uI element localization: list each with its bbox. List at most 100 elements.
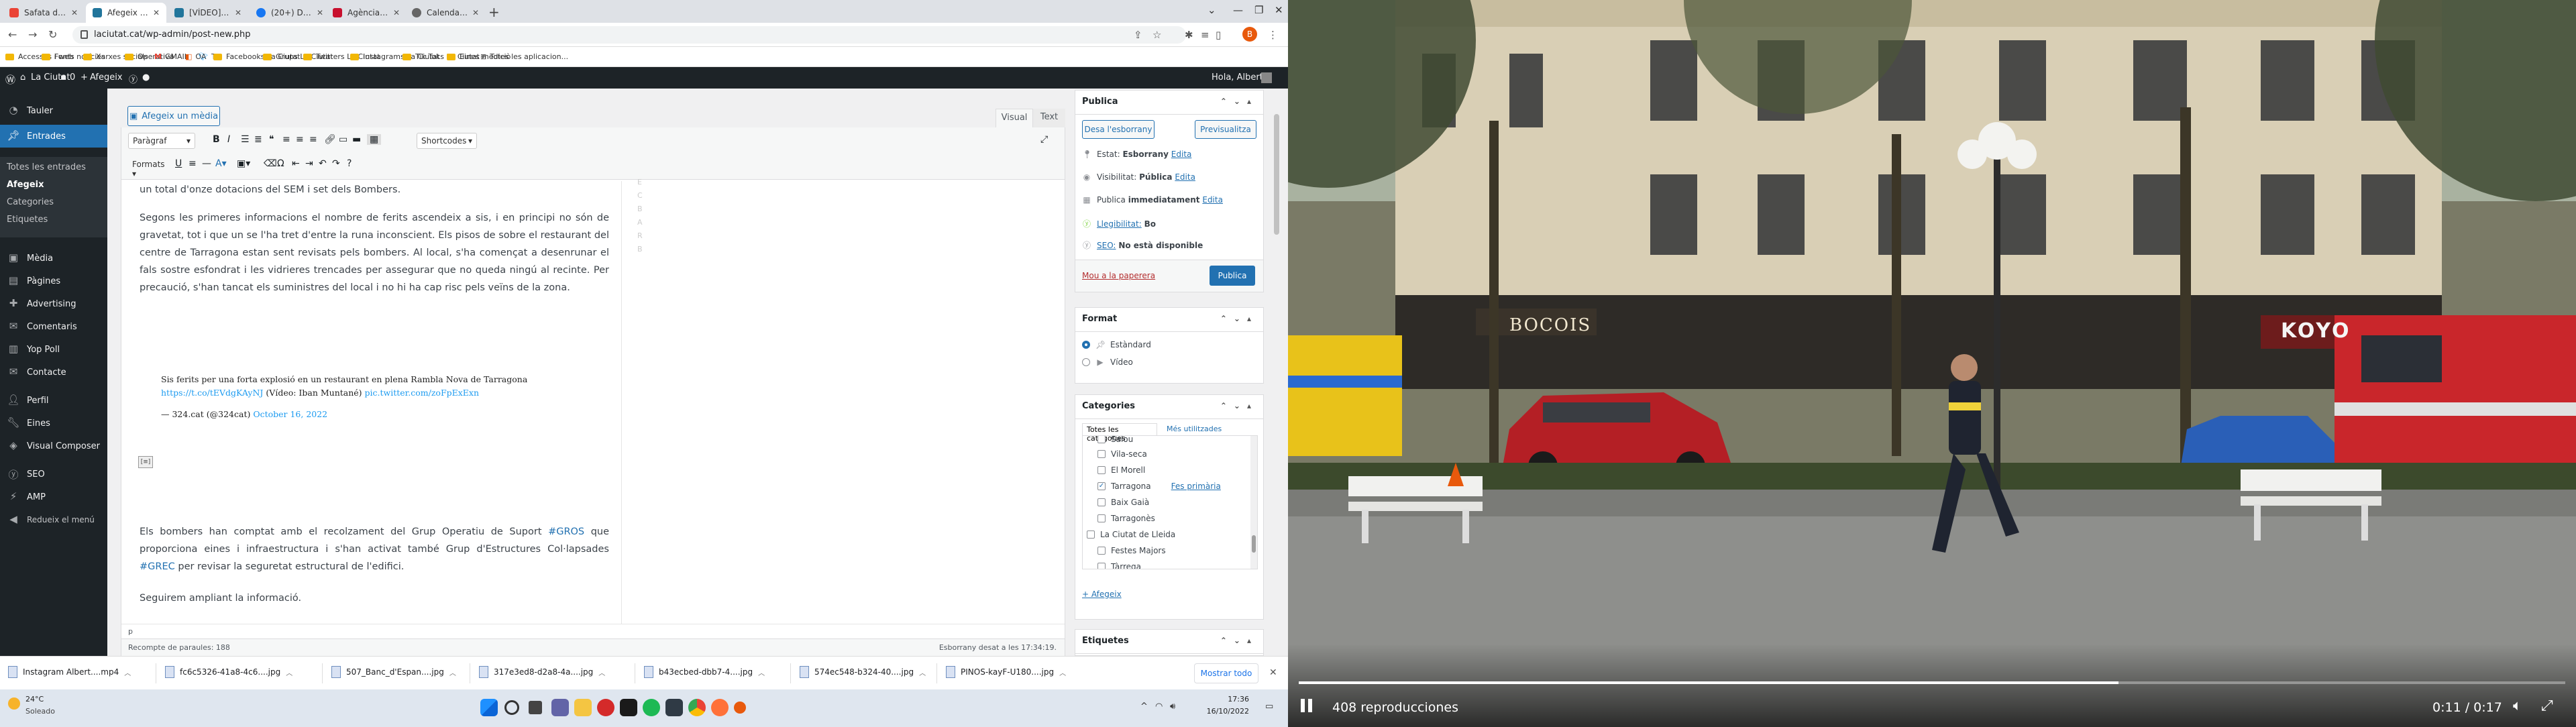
checkbox[interactable]	[1097, 450, 1106, 458]
sidebar-item-amp[interactable]: ⚡︎ AMP	[0, 486, 107, 508]
format-option-standard[interactable]: 📌︎ Estàndard	[1082, 340, 1151, 349]
close-icon[interactable]: ✕	[1269, 667, 1277, 678]
tab-most-used[interactable]: Més utilitzades	[1167, 425, 1222, 433]
weather-temp[interactable]: 24°C	[25, 695, 44, 704]
formats-menu[interactable]: Formats ▾	[128, 157, 167, 178]
fullscreen-icon[interactable]: ⤢	[2541, 697, 2553, 714]
sidebar-item-comments[interactable]: ✉ Comentaris	[0, 315, 107, 338]
category-item[interactable]: Vila-seca	[1097, 449, 1147, 459]
toolbar-toggle-button[interactable]: ▦	[367, 134, 382, 145]
category-item[interactable]: Baix Gaià	[1097, 498, 1149, 507]
save-draft-button[interactable]: Desa l'esborrany	[1082, 120, 1155, 139]
embed-placeholder-icon[interactable]: [≡]	[138, 456, 153, 468]
special-char-button[interactable]: Ω	[277, 158, 284, 169]
checkbox[interactable]	[1097, 514, 1106, 522]
tweet-link[interactable]: https://t.co/tEVdgKAyNJ	[161, 388, 263, 398]
close-icon[interactable]: ✕	[393, 8, 400, 17]
panel-header[interactable]: Publica ⌃⌄▴	[1075, 91, 1263, 115]
close-icon[interactable]: ✕	[71, 8, 78, 17]
video-progress-track[interactable]	[1299, 681, 2565, 684]
category-item[interactable]: Festes Majors	[1097, 546, 1166, 555]
sidebar-item-seo[interactable]: ⓨ SEO	[0, 463, 107, 486]
bookmark-item[interactable]: M GMAIL	[154, 52, 189, 61]
sidebar-item-composer[interactable]: ◈ Visual Composer	[0, 435, 107, 457]
clear-format-button[interactable]: ⌫	[264, 158, 277, 169]
edit-visibility-link[interactable]: Edita	[1175, 172, 1195, 182]
format-option-video[interactable]: ▶ Vídeo	[1082, 357, 1133, 367]
outdent-button[interactable]: ⇤	[292, 158, 300, 169]
checkbox[interactable]	[1097, 436, 1106, 443]
category-item[interactable]: La Ciutat de Lleida	[1087, 530, 1175, 539]
comment-icon[interactable]: ▪	[60, 72, 66, 82]
sidebar-item-tauler[interactable]: ◔ Tauler	[0, 99, 107, 122]
sidepanel-icon[interactable]: ▯	[1216, 29, 1221, 41]
scrollbar[interactable]	[1250, 436, 1257, 569]
sidebar-item-pages[interactable]: ▤ Pàgines	[0, 270, 107, 292]
chrome-icon[interactable]	[688, 699, 706, 716]
checkbox[interactable]	[1097, 466, 1106, 474]
underline-button[interactable]: U	[175, 158, 182, 169]
forward-icon[interactable]: →	[28, 28, 37, 41]
sun-icon[interactable]	[8, 697, 20, 710]
redo-button[interactable]: ↷	[332, 158, 340, 169]
bold-button[interactable]: B	[213, 134, 220, 145]
italic-button[interactable]: I	[227, 134, 230, 145]
tab-text[interactable]: Text	[1033, 109, 1065, 127]
download-item[interactable]: fc6c5326-41a8-4c6....jpg ︿	[165, 666, 292, 678]
panel-arrows-icon[interactable]: ⌃⌄▴	[1220, 401, 1258, 410]
volume-icon[interactable]: 🔊︎	[1170, 702, 1175, 712]
panel-header[interactable]: Format ⌃⌄▴	[1075, 308, 1263, 332]
hr-button[interactable]: —	[202, 158, 211, 169]
close-icon[interactable]: ✕	[153, 8, 160, 17]
close-icon[interactable]: ✕	[317, 8, 323, 17]
maximize-icon[interactable]: ❐	[1254, 4, 1263, 16]
browser-tab-4[interactable]: (20+) Diari La Ciutat de Girona | Facebo…	[250, 3, 330, 23]
page-scrollbar[interactable]	[1272, 101, 1281, 651]
browser-tab-6[interactable]: Calendario ✕	[405, 3, 486, 23]
new-content-link[interactable]: Afegeix	[90, 72, 123, 82]
browser-tab-1[interactable]: Safata d'entrada (7) - laciutat.cat ✕	[3, 3, 85, 23]
yoast-icon[interactable]: ⓨ	[129, 72, 138, 85]
fullwidth-button[interactable]: ▬	[352, 134, 361, 145]
download-item[interactable]: PINOS-kayF-U180....jpg ︿	[946, 666, 1066, 678]
checkbox[interactable]	[1097, 563, 1106, 569]
task-view-icon[interactable]	[529, 701, 542, 714]
justify-button[interactable]: ≡	[189, 158, 197, 169]
new-tab-button[interactable]: +	[488, 4, 500, 20]
sidebar-item-entrades[interactable]: 📌︎ Entrades	[0, 125, 107, 148]
download-item[interactable]: b43ecbed-dbb7-4....jpg ︿	[644, 666, 765, 678]
align-right-button[interactable]: ≡	[309, 134, 317, 145]
app-icon[interactable]	[734, 702, 746, 714]
shortcodes-select[interactable]: Shortcodes ▾	[417, 133, 477, 149]
radio-button[interactable]	[1082, 358, 1090, 366]
tweet-date-link[interactable]: October 16, 2022	[253, 409, 327, 419]
teams-icon[interactable]	[551, 699, 569, 716]
checkbox[interactable]	[1097, 498, 1106, 506]
undo-button[interactable]: ↶	[319, 158, 327, 169]
close-icon[interactable]: ✕	[235, 8, 241, 17]
publish-button[interactable]: Publica	[1210, 266, 1255, 286]
download-item[interactable]: 317e3ed8-d2a8-4a....jpg ︿	[479, 666, 605, 678]
tweet-pic-link[interactable]: pic.twitter.com/zoFpExExn	[365, 388, 480, 398]
edit-status-link[interactable]: Edita	[1171, 150, 1192, 159]
clock-date[interactable]: 16/10/2022	[1201, 707, 1249, 716]
windows-start-icon[interactable]	[480, 699, 498, 716]
spotify-icon[interactable]	[643, 699, 660, 716]
star-icon[interactable]: ☆	[1152, 29, 1161, 41]
checkbox[interactable]: ✓	[1097, 482, 1106, 490]
numbered-list-button[interactable]: ≣	[254, 134, 262, 145]
playlist-icon[interactable]: ≡	[1201, 29, 1210, 41]
sidebar-item-advertising[interactable]: ✚ Advertising	[0, 292, 107, 315]
category-item[interactable]: Salou	[1097, 436, 1133, 444]
sidebar-item-collapse[interactable]: ◀ Redueix el menú	[0, 508, 107, 531]
seo-link[interactable]: SEO:	[1097, 241, 1116, 250]
tab-all-categories[interactable]: Totes les categories	[1082, 423, 1157, 443]
browser-tab-5[interactable]: Agència Catalana de Notícies ✕	[326, 3, 407, 23]
opera-icon[interactable]	[597, 699, 614, 716]
fullscreen-icon[interactable]: ⤢	[1040, 134, 1048, 145]
paste-text-button[interactable]: ▣▾	[237, 158, 250, 169]
search-icon[interactable]	[504, 700, 519, 715]
browser-tab-2[interactable]: Afegeix una entrada nova ‹ La Ciutat ✕	[86, 3, 166, 23]
quote-button[interactable]: ❝	[269, 134, 274, 145]
volume-icon[interactable]: 🔈︎	[2513, 697, 2522, 714]
